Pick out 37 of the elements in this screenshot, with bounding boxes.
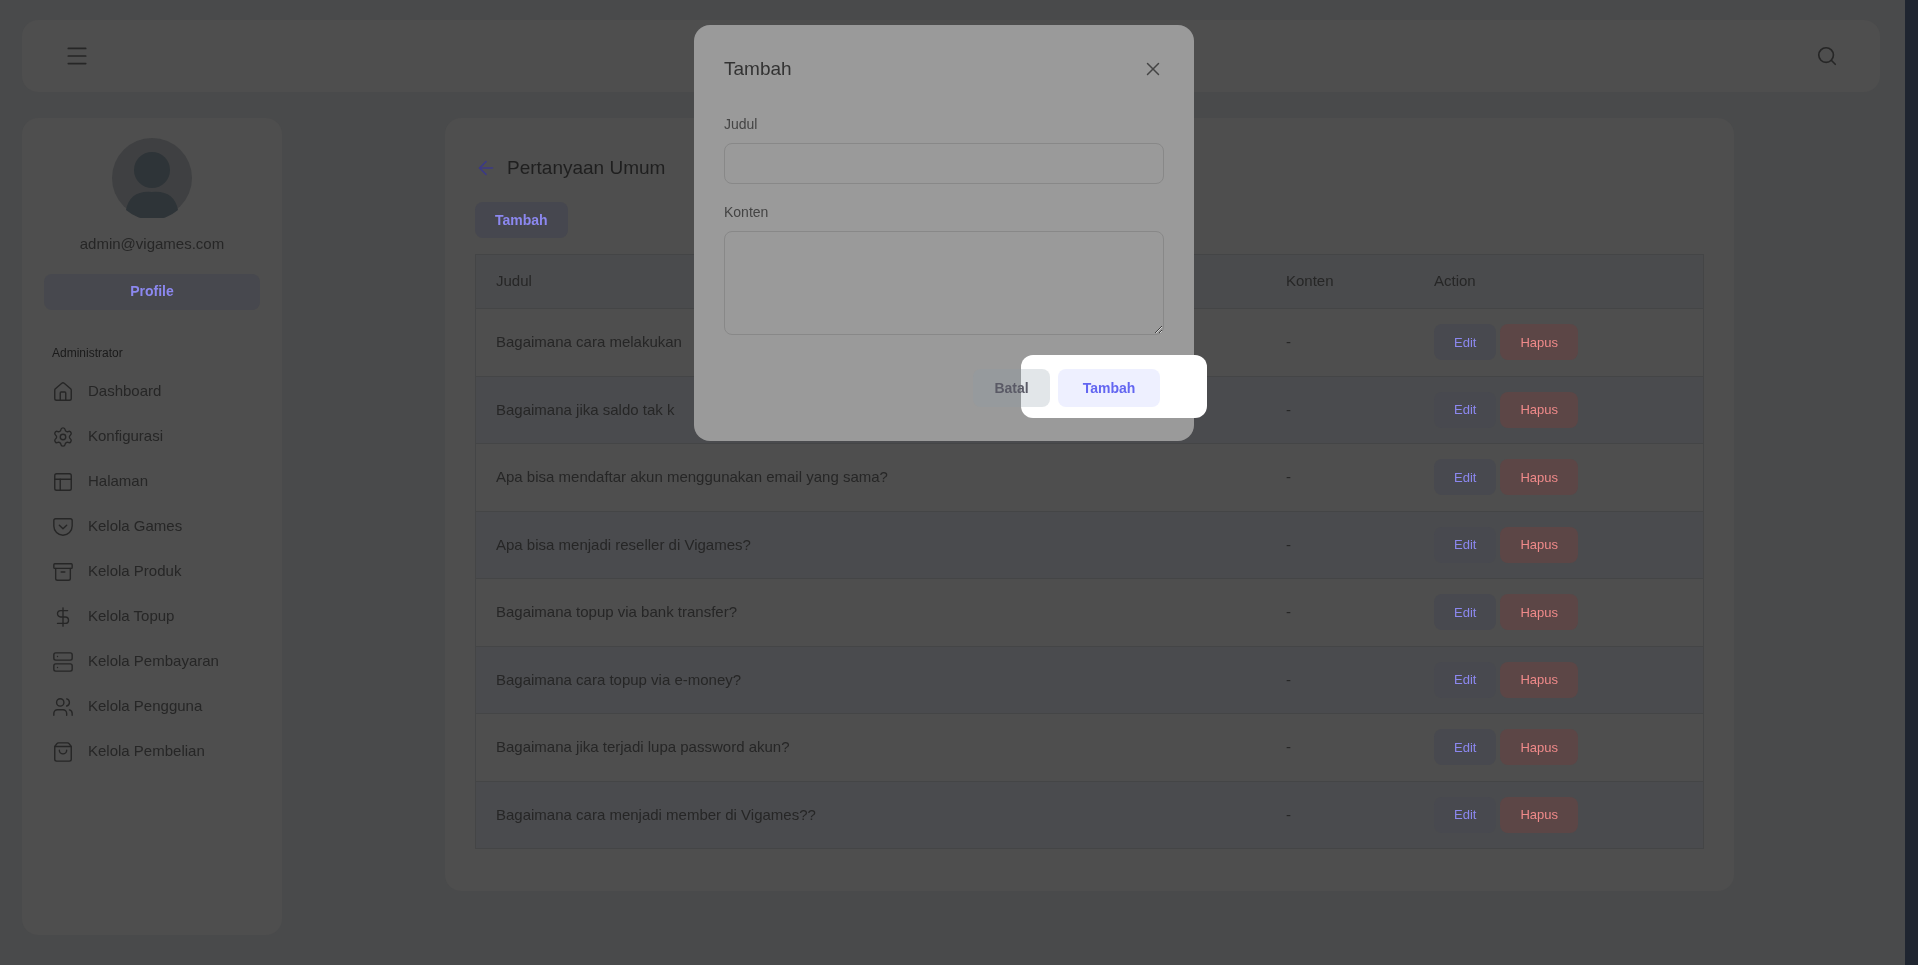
content-cell-text: - bbox=[1286, 399, 1291, 420]
edit-button[interactable]: Edit bbox=[1434, 594, 1497, 631]
search-icon[interactable] bbox=[1816, 45, 1838, 67]
users-icon bbox=[52, 695, 74, 718]
edit-button[interactable]: Edit bbox=[1434, 324, 1497, 361]
content-cell-text: - bbox=[1286, 669, 1291, 690]
add-button[interactable]: Tambah bbox=[475, 202, 568, 238]
home-icon bbox=[52, 380, 74, 403]
layout-icon bbox=[52, 470, 74, 493]
content-cell-text: - bbox=[1286, 602, 1291, 622]
submit-button[interactable]: Tambah bbox=[1058, 369, 1160, 407]
content-cell-text: - bbox=[1286, 332, 1291, 352]
delete-button[interactable]: Hapus bbox=[1500, 459, 1578, 496]
delete-button[interactable]: Hapus bbox=[1500, 391, 1578, 428]
content-cell-text: - bbox=[1286, 737, 1291, 757]
shopping-bag-icon bbox=[52, 740, 74, 763]
content-cell-text: - bbox=[1286, 534, 1291, 555]
content-textarea[interactable] bbox=[724, 230, 1164, 335]
delete-button[interactable]: Hapus bbox=[1500, 796, 1578, 833]
archive-icon bbox=[52, 560, 74, 583]
delete-button[interactable]: Hapus bbox=[1500, 594, 1578, 631]
profile-button[interactable]: Profile bbox=[44, 273, 260, 310]
delete-button[interactable]: Hapus bbox=[1500, 526, 1578, 563]
delete-button[interactable]: Hapus bbox=[1500, 661, 1578, 698]
server-icon bbox=[52, 650, 74, 673]
field-label: Judul bbox=[724, 114, 759, 134]
modal-title: Tambah bbox=[724, 57, 792, 81]
delete-button[interactable]: Hapus bbox=[1500, 324, 1578, 361]
gear-icon bbox=[52, 425, 74, 448]
avatar-icon bbox=[112, 138, 192, 218]
delete-button[interactable]: Hapus bbox=[1500, 729, 1578, 766]
edit-button[interactable]: Edit bbox=[1434, 459, 1497, 496]
field-label: Konten bbox=[724, 202, 770, 222]
pocket-icon bbox=[52, 515, 74, 538]
edit-button[interactable]: Edit bbox=[1434, 729, 1497, 766]
content-cell-text: - bbox=[1286, 467, 1291, 487]
content-cell-text: - bbox=[1286, 804, 1291, 825]
